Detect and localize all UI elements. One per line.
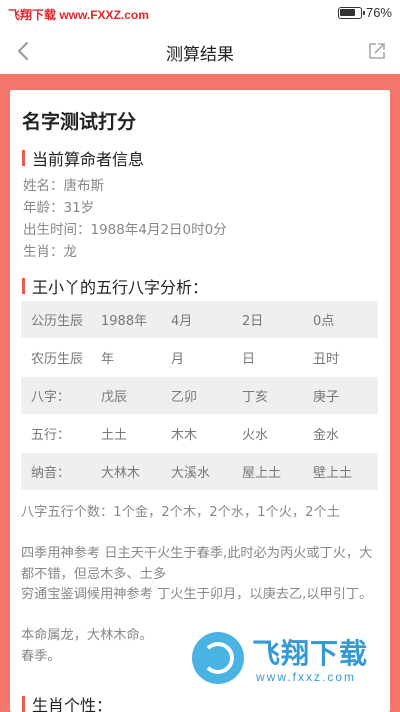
- share-icon: [369, 43, 385, 59]
- battery-percent: 76%: [365, 5, 392, 20]
- page-title: 测算结果: [166, 45, 234, 65]
- table-cell: 五行：: [31, 428, 71, 443]
- battery-fill: [340, 9, 355, 16]
- table-cell: 纳音：: [31, 466, 71, 481]
- section-marker: [22, 696, 25, 712]
- info-zodiac: 生肖：龙: [23, 240, 77, 260]
- section-header-info: 当前算命者信息: [22, 146, 144, 170]
- info-value: 龙: [63, 244, 78, 260]
- table-cell: 月: [171, 352, 185, 367]
- wuxing-count: 八字五行个数：1个金，2个木，2个水，1个火，2个土: [21, 505, 340, 520]
- section-title: 生肖个性：: [32, 696, 113, 712]
- watermark-logo: 飞翔下载 www.fxxz.com: [192, 630, 392, 690]
- table-row: 五行： 土土 木木 火水 金水: [21, 415, 378, 452]
- table-cell: 1988年: [101, 314, 148, 329]
- table-cell: 丁亥: [242, 390, 269, 405]
- table-cell: 土土: [101, 428, 128, 443]
- table-row: 纳音： 大林木 大溪水 屋上土 壁上土: [21, 453, 378, 490]
- table-cell: 0点: [313, 314, 335, 329]
- section-title: 王小丫的五行八字分析：: [32, 278, 209, 297]
- battery-icon: [337, 6, 365, 19]
- info-label: 姓名：: [23, 178, 64, 194]
- table-cell: 大林木: [101, 466, 141, 481]
- table-row: 公历生辰 1988年 4月 2日 0点: [21, 301, 378, 338]
- watermark-title: 飞翔下载: [252, 637, 369, 670]
- section-marker: [22, 278, 25, 294]
- card-title: 名字测试打分: [22, 111, 137, 133]
- watermark-text: 飞翔下载 www.FXXZ.com: [8, 8, 149, 22]
- info-label: 年龄：: [23, 200, 64, 216]
- info-value: 唐布斯: [63, 178, 105, 194]
- section-marker: [22, 150, 25, 166]
- table-cell: 屋上土: [242, 466, 282, 481]
- table-cell: 大溪水: [171, 466, 211, 481]
- watermark-swirl: [202, 642, 234, 674]
- table-cell: 4月: [171, 314, 193, 329]
- section-header-wuxing: 王小丫的五行八字分析：: [22, 274, 208, 298]
- info-value: 1988年4月2日0时0分: [90, 222, 227, 238]
- table-cell: 乙卯: [171, 390, 198, 405]
- battery-indicator: 76%: [337, 5, 392, 20]
- qiongtong-reference: 穷通宝鉴调候用神参考 丁火生于卯月，以庚去乙,以甲引丁。: [21, 587, 373, 602]
- info-age: 年龄：31岁: [23, 196, 94, 216]
- info-value: 31岁: [63, 200, 95, 216]
- table-cell: 壁上土: [313, 466, 353, 481]
- table-cell: 农历生辰: [31, 352, 84, 367]
- table-cell: 丑时: [313, 352, 340, 367]
- result-card: 名字测试打分 当前算命者信息 姓名：唐布斯 年龄：31岁 出生时间：1988年4…: [10, 90, 390, 712]
- watermark-circle-icon: [192, 632, 244, 684]
- table-row: 农历生辰 年 月 日 丑时: [21, 339, 378, 376]
- table-cell: 日: [242, 352, 256, 367]
- info-birth-time: 出生时间：1988年4月2日0时0分: [23, 218, 227, 238]
- table-cell: 火水: [242, 428, 269, 443]
- section-header-shengxiao: 生肖个性：: [22, 692, 112, 712]
- info-name: 姓名：唐布斯: [23, 174, 104, 194]
- section-title: 当前算命者信息: [32, 150, 145, 169]
- info-label: 生肖：: [23, 244, 64, 260]
- table-cell: 年: [101, 352, 115, 367]
- info-label: 出生时间：: [23, 222, 91, 238]
- table-cell: 庚子: [313, 390, 340, 405]
- seasonal-reference: 四季用神参考 日主天干火生于春季,此时必为丙火或丁火，大都不错，但忌木多、土多: [21, 546, 373, 582]
- table-cell: 戊辰: [101, 390, 128, 405]
- table-cell: 公历生辰: [31, 314, 84, 329]
- watermark-url: www.fxxz.com: [256, 670, 357, 684]
- status-bar: 飞翔下载 www.FXXZ.com 76%: [0, 0, 400, 28]
- table-cell: 八字：: [31, 390, 71, 405]
- table-cell: 金水: [313, 428, 340, 443]
- table-cell: 2日: [242, 314, 264, 329]
- table-row: 八字： 戊辰 乙卯 丁亥 庚子: [21, 377, 378, 414]
- nav-bar: 测算结果: [0, 28, 400, 74]
- table-cell: 木木: [171, 428, 198, 443]
- share-button[interactable]: [362, 36, 392, 66]
- bazi-table: 公历生辰 1988年 4月 2日 0点 农历生辰 年 月 日 丑时 八字： 戊辰…: [21, 301, 378, 491]
